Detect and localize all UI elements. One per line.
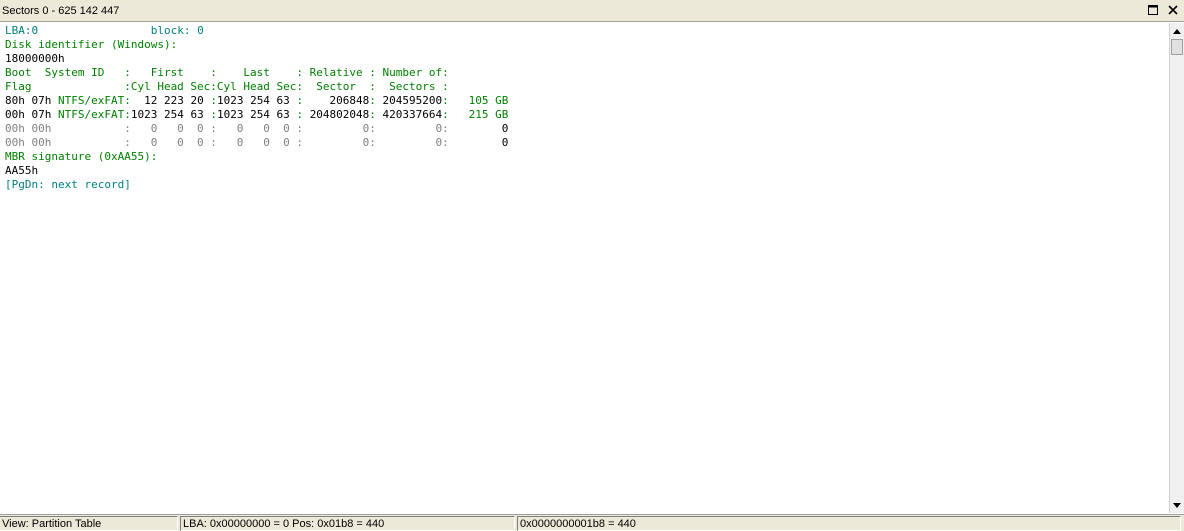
text-segment: MBR signature (0xAA55): [5, 150, 158, 163]
text-segment: AA55h [5, 164, 39, 177]
text-line: MBR signature (0xAA55): [5, 150, 508, 164]
text-line: 00h 00h : 0 0 0 : 0 0 0 : 0: 0: 0 [5, 122, 508, 136]
scroll-down-button[interactable] [1170, 498, 1184, 512]
status-lba-position: LBA: 0x00000000 = 0 Pos: 0x01b8 = 440 [180, 516, 515, 531]
text-segment: block: 0 [150, 24, 204, 37]
partition-table-view[interactable]: LBA:0 block: 0 Disk identifier (Windows):… [0, 23, 1168, 513]
text-line: LBA:0 block: 0 [5, 24, 508, 38]
text-line: AA55h [5, 164, 508, 178]
maximize-icon [1148, 5, 1158, 15]
text-segment: Flag :Cyl Head Sec:Cyl Head Sec: Sector … [5, 80, 449, 93]
text-segment: [PgDn: next record] [5, 178, 131, 191]
text-segment: NTFS/exFAT: [51, 94, 131, 107]
partition-table-text: LBA:0 block: 0 Disk identifier (Windows):… [5, 24, 508, 192]
text-segment [38, 24, 151, 37]
status-view: View: Partition Table [0, 516, 178, 531]
text-segment: 18000000h [5, 52, 65, 65]
text-segment: Disk identifier (Windows): [5, 38, 178, 51]
window-title: Sectors 0 - 625 142 447 [2, 5, 120, 17]
status-bar: View: Partition Table LBA: 0x00000000 = … [0, 514, 1184, 531]
text-segment: : [442, 108, 469, 121]
text-segment: 215 GB [468, 108, 509, 121]
text-line: 00h 07h NTFS/exFAT:1023 254 63 :1023 254… [5, 108, 508, 122]
text-segment: NTFS/exFAT: [51, 108, 131, 121]
text-segment: : [296, 108, 310, 121]
text-segment: 0 [501, 136, 509, 149]
text-line: Disk identifier (Windows): [5, 38, 508, 52]
text-line: 80h 07h NTFS/exFAT: 12 223 20 :1023 254 … [5, 94, 508, 108]
text-line: 18000000h [5, 52, 508, 66]
scroll-up-button[interactable] [1170, 24, 1184, 38]
text-line: Flag :Cyl Head Sec:Cyl Head Sec: Sector … [5, 80, 508, 94]
text-segment: : [210, 108, 217, 121]
text-line: Boot System ID : First : Last : Relative… [5, 66, 508, 80]
arrow-down-icon [1173, 502, 1181, 508]
text-segment: : [210, 94, 217, 107]
text-segment: 206848 [303, 94, 370, 107]
text-line: [PgDn: next record] [5, 178, 508, 192]
maximize-button[interactable] [1146, 3, 1160, 17]
text-segment: : [369, 108, 383, 121]
text-segment: : [442, 94, 469, 107]
text-segment: 204802048 [309, 108, 370, 121]
text-segment: 1023 254 63 [216, 108, 297, 121]
text-segment: LBA:0 [5, 24, 39, 37]
text-segment: 00h 07h [5, 108, 52, 121]
title-bar: Sectors 0 - 625 142 447 [0, 0, 1184, 22]
text-segment: 12 223 20 [130, 94, 211, 107]
window-controls [1146, 3, 1180, 17]
text-segment: : [369, 94, 383, 107]
scrollbar-thumb[interactable] [1171, 39, 1183, 55]
close-button[interactable] [1166, 3, 1180, 17]
text-segment: 80h 07h [5, 94, 52, 107]
text-segment: 0 [501, 122, 509, 135]
text-segment: 420337664 [382, 108, 443, 121]
status-offset: 0x0000000001b8 = 440 [517, 516, 1181, 531]
text-line: 00h 00h : 0 0 0 : 0 0 0 : 0: 0: 0 [5, 136, 508, 150]
text-segment: Boot System ID : First : Last : Relative… [5, 66, 449, 79]
text-segment: 204595200 [382, 94, 443, 107]
text-segment: 1023 254 63 [216, 94, 297, 107]
close-icon [1168, 5, 1178, 15]
text-segment: 1023 254 63 [130, 108, 211, 121]
text-segment: 105 GB [468, 94, 509, 107]
text-segment: 00h 00h : 0 0 0 : 0 0 0 : 0: 0: [5, 136, 502, 149]
text-segment: 00h 00h : 0 0 0 : 0 0 0 : 0: 0: [5, 122, 502, 135]
vertical-scrollbar[interactable] [1169, 23, 1184, 513]
arrow-up-icon [1173, 28, 1181, 34]
